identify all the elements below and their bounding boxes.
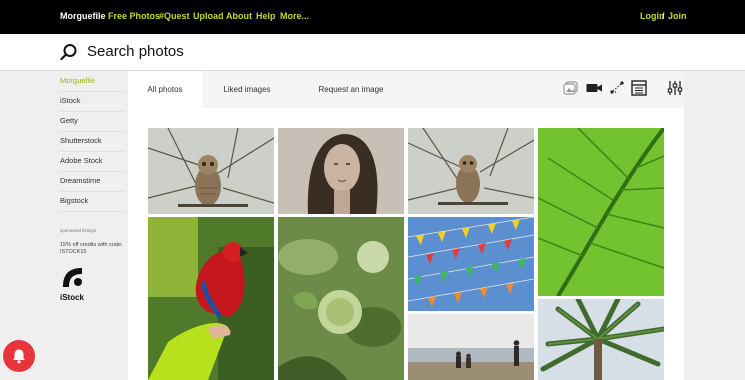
nav-link-upload[interactable]: Upload xyxy=(193,11,224,21)
sidebar-item-morguefile[interactable]: Morguefile xyxy=(60,72,124,92)
istock-logo-icon[interactable] xyxy=(60,265,86,291)
promo-text[interactable]: 15% off credits with code: ISTOCK15 xyxy=(60,242,124,256)
photo-palm-tree[interactable] xyxy=(538,299,664,380)
search-icon[interactable] xyxy=(60,43,78,61)
scatter-icon[interactable] xyxy=(608,79,626,97)
istock-logo-label: iStock xyxy=(60,293,85,302)
brand-logo-link[interactable]: Morguefile xyxy=(60,11,106,21)
photo-owl-on-branch-2[interactable] xyxy=(408,128,534,214)
photo-people-on-beach[interactable] xyxy=(408,314,534,380)
photo-red-parrot[interactable] xyxy=(148,217,274,380)
nav-link-quest[interactable]: #Quest xyxy=(159,11,190,21)
tab-all-photos[interactable]: All photos xyxy=(128,71,202,108)
nav-link-more[interactable]: More... xyxy=(280,11,309,21)
photo-green-leaf[interactable] xyxy=(538,128,664,296)
sidebar-item-dreamstime[interactable]: Dreamstime xyxy=(60,172,124,192)
sliders-icon[interactable] xyxy=(666,79,684,97)
sidebar-item-adobe-stock[interactable]: Adobe Stock xyxy=(60,152,124,172)
main-content: All photos Liked images Request an image xyxy=(128,71,684,380)
join-link[interactable]: Join xyxy=(668,11,687,21)
tab-liked-images[interactable]: Liked images xyxy=(206,71,288,108)
sidebar-item-istock[interactable]: iStock xyxy=(60,92,124,112)
sponsored-label: sponsored listings xyxy=(60,228,97,233)
search-input[interactable]: Search photos xyxy=(87,43,184,60)
nav-link-free-photos[interactable]: Free Photos xyxy=(108,11,160,21)
sidebar-item-bigstock[interactable]: Bigstock xyxy=(60,192,124,212)
tab-bar: All photos Liked images Request an image xyxy=(128,71,684,108)
image-gallery-icon[interactable] xyxy=(562,79,580,97)
photo-owl-on-branch-1[interactable] xyxy=(148,128,274,214)
nav-link-about[interactable]: About xyxy=(226,11,252,21)
tab-request-image[interactable]: Request an image xyxy=(298,71,404,108)
sidebar-item-shutterstock[interactable]: Shutterstock xyxy=(60,132,124,152)
grid-layout-icon[interactable] xyxy=(630,79,648,97)
bell-icon xyxy=(13,349,25,364)
photo-green-plant-buds[interactable] xyxy=(278,217,404,380)
sidebar-item-getty[interactable]: Getty xyxy=(60,112,124,132)
notification-button[interactable] xyxy=(3,340,35,372)
nav-link-help[interactable]: Help xyxy=(256,11,276,21)
photo-woman-portrait[interactable] xyxy=(278,128,404,214)
search-bar: Search photos xyxy=(0,34,745,71)
video-camera-icon[interactable] xyxy=(585,79,603,97)
login-separator: / xyxy=(662,11,665,21)
login-link[interactable]: Login xyxy=(640,11,665,21)
sidebar: Morguefile iStock Getty Shutterstock Ado… xyxy=(0,71,128,380)
top-navigation-bar: Morguefile Free Photos #Quest Upload Abo… xyxy=(0,0,745,34)
photo-colorful-bunting[interactable] xyxy=(408,217,534,311)
